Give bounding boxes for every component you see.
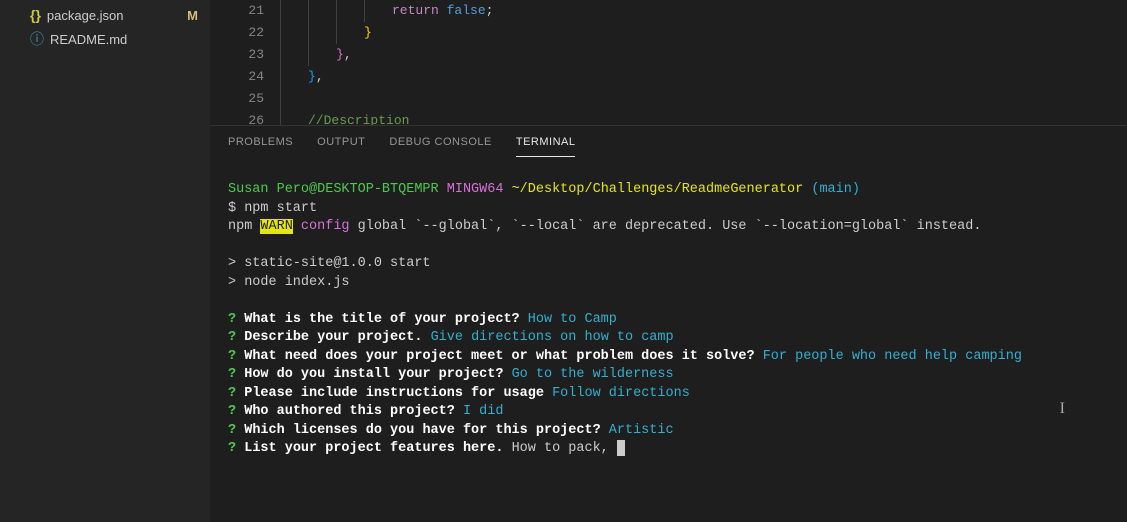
file-item-README-md[interactable]: ⓘ README.md bbox=[0, 26, 210, 52]
line-number: 24 bbox=[210, 66, 264, 88]
prompt-answer: I did bbox=[463, 404, 504, 419]
tab-terminal[interactable]: TERMINAL bbox=[516, 132, 576, 157]
prompt-question-mark-icon: ? bbox=[228, 367, 236, 382]
tab-output[interactable]: OUTPUT bbox=[317, 132, 365, 157]
line-number: 26 bbox=[210, 110, 264, 125]
prompt-question: How do you install your project? bbox=[244, 367, 511, 382]
file-item-package-json[interactable]: {} package.jsonM bbox=[0, 4, 210, 26]
file-name-label: README.md bbox=[50, 32, 202, 47]
prompt-question-current: List your project features here. bbox=[244, 441, 511, 456]
file-modified-badge: M bbox=[187, 8, 198, 23]
prompt-question: Who authored this project? bbox=[244, 404, 463, 419]
line-number: 25 bbox=[210, 88, 264, 110]
npm-warn-badge: WARN bbox=[260, 219, 292, 234]
file-explorer-sidebar: {} package.jsonMⓘ README.md bbox=[0, 0, 210, 522]
code-line[interactable]: }, bbox=[280, 66, 1127, 88]
code-line[interactable]: //Description bbox=[280, 110, 1127, 125]
terminal-content[interactable]: Susan Pero@DESKTOP-BTQEMPR MINGW64 ~/Des… bbox=[210, 157, 1127, 522]
prompt-question-mark-icon: ? bbox=[228, 404, 236, 419]
line-number: 23 bbox=[210, 44, 264, 66]
prompt-question-mark-icon: ? bbox=[228, 330, 236, 345]
terminal-user-host: Susan Pero@DESKTOP-BTQEMPR bbox=[228, 182, 439, 197]
prompt-question: Please include instructions for usage bbox=[244, 386, 552, 401]
prompt-question: What is the title of your project? bbox=[244, 312, 528, 327]
code-content[interactable]: return false;}},}, //Description bbox=[280, 0, 1127, 125]
file-name-label: package.json bbox=[47, 8, 187, 23]
terminal-cwd: ~/Desktop/Challenges/ReadmeGenerator bbox=[512, 182, 804, 197]
prompt-answer: Go to the wilderness bbox=[512, 367, 674, 382]
code-line[interactable] bbox=[280, 88, 1127, 110]
prompt-answer: Follow directions bbox=[552, 386, 690, 401]
code-line[interactable]: return false; bbox=[280, 0, 1127, 22]
prompt-question: Describe your project. bbox=[244, 330, 430, 345]
text-cursor-icon: I bbox=[1060, 400, 1065, 419]
prompt-question: Which licenses do you have for this proj… bbox=[244, 423, 609, 438]
prompt-question-mark-icon: ? bbox=[228, 441, 236, 456]
terminal-git-branch: (main) bbox=[811, 182, 860, 197]
code-editor[interactable]: 212223242526 return false;}},}, //Descrip… bbox=[210, 0, 1127, 125]
line-number-gutter: 212223242526 bbox=[210, 0, 280, 125]
prompt-question-mark-icon: ? bbox=[228, 349, 236, 364]
prompt-question: What need does your project meet or what… bbox=[244, 349, 762, 364]
prompt-answer: How to Camp bbox=[528, 312, 617, 327]
tab-debug-console[interactable]: DEBUG CONSOLE bbox=[389, 132, 491, 157]
code-line[interactable]: }, bbox=[280, 44, 1127, 66]
prompt-current-input: How to pack, bbox=[512, 441, 617, 456]
info-file-icon: ⓘ bbox=[30, 29, 44, 49]
json-file-icon: {} bbox=[30, 7, 41, 23]
tab-problems[interactable]: PROBLEMS bbox=[228, 132, 293, 157]
line-number: 22 bbox=[210, 22, 264, 44]
bottom-panel: PROBLEMS OUTPUT DEBUG CONSOLE TERMINAL S… bbox=[210, 125, 1127, 522]
line-number: 21 bbox=[210, 0, 264, 22]
prompt-answer: Artistic bbox=[609, 423, 674, 438]
panel-tabs: PROBLEMS OUTPUT DEBUG CONSOLE TERMINAL bbox=[210, 126, 1127, 157]
prompt-answer: Give directions on how to camp bbox=[431, 330, 674, 345]
prompt-question-mark-icon: ? bbox=[228, 423, 236, 438]
terminal-cursor bbox=[617, 440, 625, 456]
prompt-answer: For people who need help camping bbox=[763, 349, 1022, 364]
terminal-shell: MINGW64 bbox=[447, 182, 504, 197]
main-area: 212223242526 return false;}},}, //Descrip… bbox=[210, 0, 1127, 522]
terminal-command: npm start bbox=[244, 201, 317, 216]
prompt-question-mark-icon: ? bbox=[228, 312, 236, 327]
code-line[interactable]: } bbox=[280, 22, 1127, 44]
prompt-question-mark-icon: ? bbox=[228, 386, 236, 401]
